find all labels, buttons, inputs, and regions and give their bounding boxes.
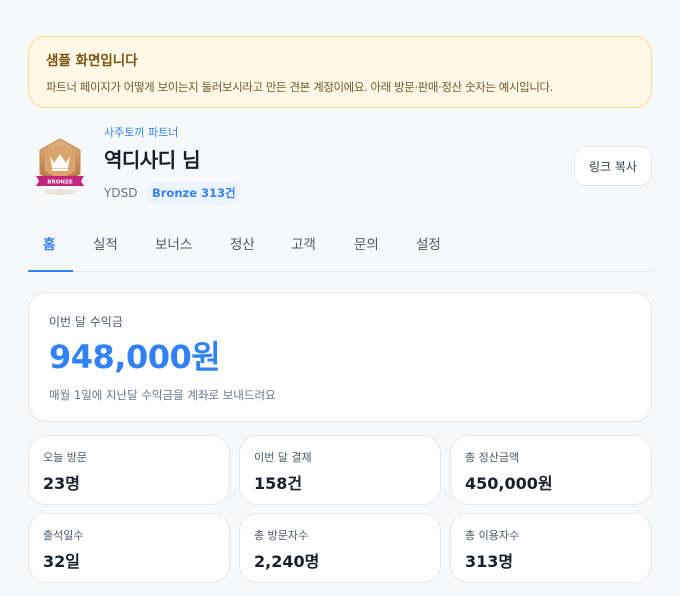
stat-card-total-settlement: 총 정산금액 450,000원 [450,435,652,505]
partner-id: YDSD [104,186,138,200]
notice-title: 샘플 화면입니다 [46,53,138,69]
partner-name: 역디사디 님 [104,148,200,172]
main-tabs: 홈 실적 보너스 정산 고객 문의 설정 [28,224,652,272]
earnings-note: 매월 1일에 지난달 수익금을 계좌로 보내드려요 [49,388,276,402]
stat-card-total-visitors: 총 방문자수 2,240명 [239,513,441,583]
tab-home[interactable]: 홈 [43,236,55,254]
stat-value: 313명 [465,552,514,571]
stat-value: 23명 [43,474,80,493]
tab-customers[interactable]: 고객 [291,236,316,254]
earnings-label: 이번 달 수익금 [49,315,123,329]
earnings-amount: 948,000원 [49,338,221,376]
notice-text: 파트너 페이지가 어떻게 보이는지 둘러보시라고 만든 견본 계정이에요. 아래… [46,80,553,94]
tab-performance[interactable]: 실적 [93,236,118,254]
badge-text: BRONZE [47,180,73,186]
sample-notice: 샘플 화면입니다 파트너 페이지가 어떻게 보이는지 둘러보시라고 만든 견본 … [28,36,652,108]
tab-inquiry[interactable]: 문의 [354,236,379,254]
stat-card-monthly-payments: 이번 달 결제 158건 [239,435,441,505]
stat-label: 오늘 방문 [43,451,87,464]
stat-label: 이번 달 결제 [254,451,312,464]
stat-card-attendance-days: 출석일수 32일 [28,513,230,583]
tab-settings[interactable]: 설정 [416,236,441,254]
stat-label: 총 이용자수 [465,529,520,542]
bronze-badge-icon: BRONZE [36,138,84,195]
stat-card-total-users: 총 이용자수 313명 [450,513,652,583]
stat-label: 출석일수 [43,529,84,542]
copy-link-button[interactable]: 링크 복사 [574,146,652,186]
tab-settlement[interactable]: 정산 [230,236,255,254]
active-tab-indicator [28,270,73,272]
stat-value: 32일 [43,552,80,571]
stat-value: 2,240명 [254,552,320,571]
earnings-card: 이번 달 수익금 948,000원 매월 1일에 지난달 수익금을 계좌로 보내… [28,292,652,422]
tab-bonus[interactable]: 보너스 [155,236,192,254]
stat-value: 450,000원 [465,474,553,493]
stat-value: 158건 [254,474,303,493]
tier-badge: Bronze 313건 [146,181,242,205]
partner-profile: BRONZE 사주토끼 파트너 역디사디 님 YDSD Bronze 313건 … [28,124,652,208]
stat-label: 총 정산금액 [465,451,520,464]
stat-label: 총 방문자수 [254,529,309,542]
partner-program-label: 사주토끼 파트너 [104,126,179,139]
stat-card-today-visits: 오늘 방문 23명 [28,435,230,505]
